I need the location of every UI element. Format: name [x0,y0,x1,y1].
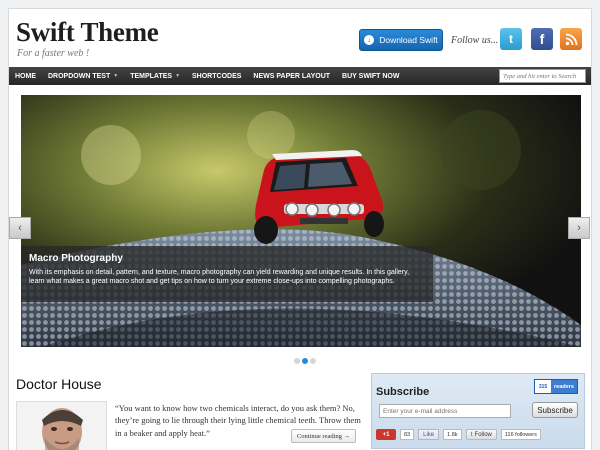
subscribe-title: Subscribe [376,386,430,398]
nav-item-newspaper-layout[interactable]: NEWS PAPER LAYOUT [247,73,336,80]
feed-readers-badge[interactable]: 315 readers [534,379,578,394]
slider-dot[interactable] [294,358,300,364]
slide-caption-text: With its emphasis on detail, pattern, an… [29,269,410,286]
chevron-left-icon: ‹ [18,222,22,234]
search-input[interactable] [499,69,586,83]
slide-caption-title[interactable]: Macro Photography [29,253,425,264]
post-title[interactable]: Doctor House [16,376,102,392]
subscribe-button[interactable]: Subscribe [532,402,578,418]
like-count: 1.8k [443,429,462,440]
download-button[interactable]: ↓ Download Swift [359,29,443,51]
followers-count: 116 followers [500,429,541,440]
slide-image [21,95,581,347]
facebook-like-button[interactable]: Like [418,429,440,440]
facebook-icon[interactable]: f [531,28,553,50]
subscribe-widget: Subscribe 315 readers Subscribe +1 83 Li… [371,373,585,449]
follow-label: Follow us... [451,35,499,46]
slider-next-button[interactable]: › [568,217,590,239]
twitter-icon[interactable]: t [500,28,522,50]
like-label: Like [423,431,435,438]
site-title[interactable]: Swift Theme [16,17,159,48]
slider-prev-button[interactable]: ‹ [9,217,31,239]
chevron-right-icon: › [577,222,581,234]
follow-button-label: Follow [474,431,492,438]
google-plus-button[interactable]: +1 [376,429,396,440]
nav-item-templates[interactable]: TEMPLATES ▼ [124,73,186,80]
slide-caption: Macro Photography With its emphasis on d… [21,246,433,302]
main-nav: HOME DROPDOWN TEST ▼ TEMPLATES ▼ SHORTCODE… [9,67,591,85]
twitter-bird-icon: t [470,431,473,438]
slider-pagination [294,358,316,364]
page: Swift Theme For a faster web ! ↓ Downloa… [8,8,592,450]
rss-icon[interactable] [560,28,582,50]
email-field[interactable] [379,404,511,418]
nav-item-shortcodes[interactable]: SHORTCODES [186,73,247,80]
slider-dot[interactable] [310,358,316,364]
post-thumbnail[interactable] [16,401,107,450]
nav-item-home[interactable]: HOME [9,73,42,80]
featured-slider[interactable]: Macro Photography With its emphasis on d… [21,95,581,347]
nav-item-dropdown-test[interactable]: DROPDOWN TEST ▼ [42,73,124,80]
nav-item-buy-swift[interactable]: BUY SWIFT NOW [336,73,405,80]
readers-label: readers [554,383,574,390]
download-icon: ↓ [364,35,375,45]
continue-reading-button[interactable]: Continue reading → [291,429,356,443]
share-buttons: +1 83 Like 1.8k t Follow 116 followers [376,429,541,440]
download-button-label: Download Swift [379,35,438,45]
chevron-down-icon: ▼ [113,73,119,79]
google-plus-count: 83 [400,429,415,440]
twitter-follow-button[interactable]: t Follow [465,429,497,440]
chevron-down-icon: ▼ [175,73,181,79]
site-tagline: For a faster web ! [17,48,90,59]
readers-count: 315 [535,380,551,393]
slider-dot[interactable] [302,358,308,364]
